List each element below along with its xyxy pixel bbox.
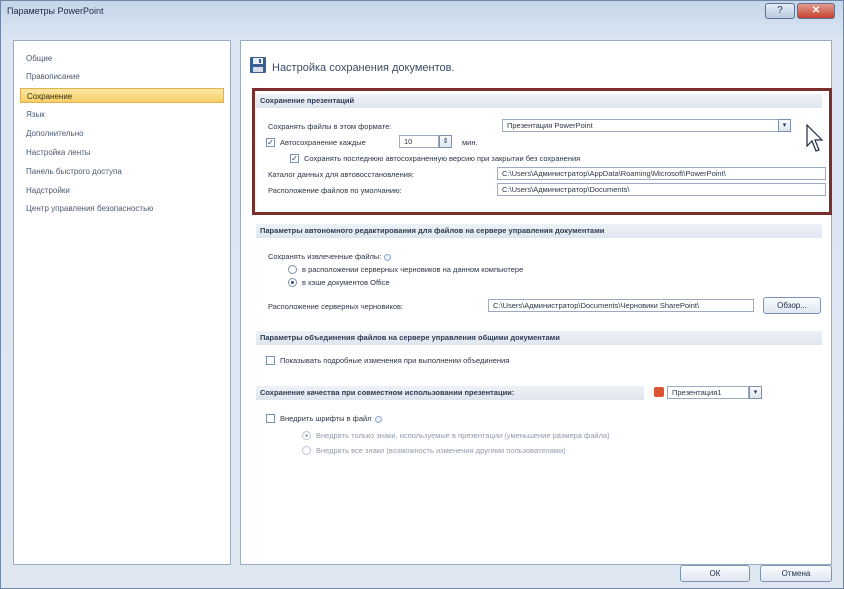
radio-embed-used-chars-label: Внедрять только знаки, используемые в пр… xyxy=(316,431,610,440)
sidebar-item-advanced[interactable]: Дополнительно xyxy=(20,126,224,141)
format-dropdown-button[interactable]: ▾ xyxy=(778,119,791,132)
sidebar: Общие Правописание Сохранение Язык Допол… xyxy=(13,40,231,565)
sidebar-item-addins[interactable]: Надстройки xyxy=(20,183,224,198)
autosave-unit: мин. xyxy=(462,138,478,147)
info-icon xyxy=(384,253,392,261)
page-title: Настройка сохранения документов. xyxy=(272,62,455,74)
close-button[interactable]: ✕ xyxy=(797,3,835,19)
show-changes-checkbox[interactable] xyxy=(266,356,275,365)
radio-office-cache[interactable] xyxy=(288,278,297,287)
radio-embed-all-chars[interactable] xyxy=(302,446,311,455)
spinner-icon: ⇕ xyxy=(442,138,449,145)
embed-fonts-label: Внедрить шрифты в файл xyxy=(280,414,382,423)
cancel-button[interactable]: Отмена xyxy=(760,565,832,582)
ok-button[interactable]: ОК xyxy=(680,565,750,582)
embed-fonts-checkbox[interactable] xyxy=(266,414,275,423)
autosave-checkbox[interactable]: ✓ xyxy=(266,138,275,147)
autorecover-path-input[interactable]: C:\Users\Администратор\AppData\Roaming\M… xyxy=(497,167,826,180)
keep-last-autosave-checkbox[interactable]: ✓ xyxy=(290,154,299,163)
keep-last-autosave-label: Сохранять последнюю автосохраненную верс… xyxy=(304,154,581,163)
sidebar-item-proofing[interactable]: Правописание xyxy=(20,69,224,84)
autosave-label: Автосохранение каждые xyxy=(280,138,366,147)
sidebar-item-trust-center[interactable]: Центр управления безопасностью xyxy=(20,201,224,216)
default-location-input[interactable]: C:\Users\Администратор\Documents\ xyxy=(497,183,826,196)
mouse-cursor-icon xyxy=(806,124,824,152)
sidebar-item-save[interactable]: Сохранение xyxy=(20,88,224,103)
info-icon xyxy=(374,415,382,423)
radio-embed-all-chars-label: Внедрять все знаки (возможность изменени… xyxy=(316,446,566,455)
autosave-minutes-input[interactable]: 10 xyxy=(399,135,439,148)
chevron-down-icon: ▾ xyxy=(753,389,758,396)
sidebar-item-customize-ribbon[interactable]: Настройка ленты xyxy=(20,145,224,160)
presentation-icon xyxy=(654,387,664,397)
save-checked-out-label: Сохранять извлеченные файлы: xyxy=(268,252,392,261)
drafts-location-label: Расположение серверных черновиков: xyxy=(268,302,404,311)
autorecover-label: Каталог данных для автовосстановления: xyxy=(268,170,415,179)
browse-button[interactable]: Обзор... xyxy=(763,297,821,314)
title-bar[interactable]: Параметры PowerPoint ? ✕ xyxy=(1,1,843,23)
format-dropdown[interactable]: Презентация PowerPoint xyxy=(502,119,788,132)
chevron-down-icon: ▾ xyxy=(782,122,787,129)
format-label: Сохранять файлы в этом формате: xyxy=(268,122,392,131)
drafts-location-input[interactable]: C:\Users\Администратор\Documents\Чернови… xyxy=(488,299,754,312)
presentation-dropdown-button[interactable]: ▾ xyxy=(749,386,762,399)
fidelity-section-header: Сохранение качества при совместном испол… xyxy=(256,386,644,400)
autosave-minutes-spinner[interactable]: ⇕ xyxy=(439,135,452,148)
sidebar-item-quick-access[interactable]: Панель быстрого доступа xyxy=(20,164,224,179)
save-section-header: Сохранение презентаций xyxy=(256,94,822,108)
help-button[interactable]: ? xyxy=(765,3,795,19)
merge-section-header: Параметры объединения файлов на сервере … xyxy=(256,331,822,345)
radio-embed-used-chars[interactable] xyxy=(302,431,311,440)
sidebar-item-language[interactable]: Язык xyxy=(20,107,224,122)
presentation-dropdown[interactable]: Презентация1 xyxy=(667,386,749,399)
sidebar-item-general[interactable]: Общие xyxy=(20,51,224,66)
radio-server-drafts-label: в расположении серверных черновиков на д… xyxy=(302,265,524,274)
radio-office-cache-label: в кэше документов Office xyxy=(302,278,390,287)
radio-server-drafts[interactable] xyxy=(288,265,297,274)
offline-section-header: Параметры автономного редактирования для… xyxy=(256,224,822,238)
save-disk-icon xyxy=(250,57,266,73)
window-title: Параметры PowerPoint xyxy=(7,6,104,16)
default-location-label: Расположение файлов по умолчанию: xyxy=(268,186,402,195)
show-changes-label: Показывать подробные изменения при выпол… xyxy=(280,356,510,365)
